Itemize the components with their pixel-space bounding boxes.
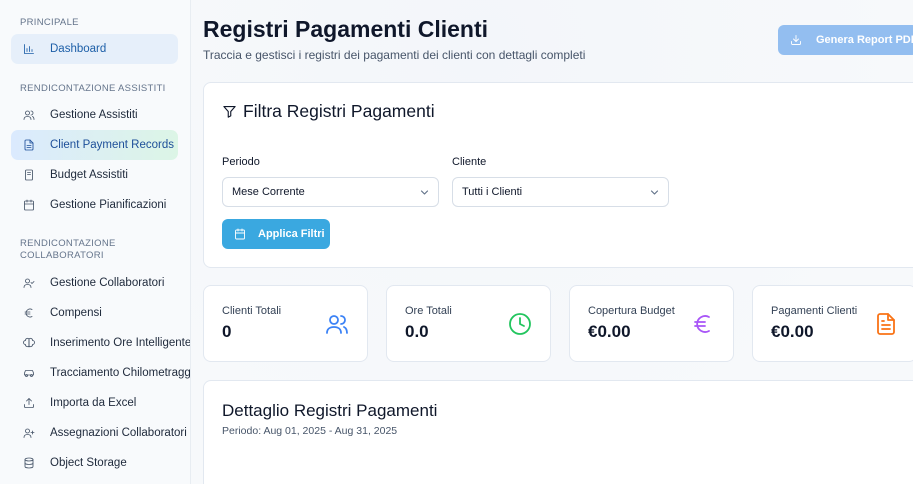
client-select-value: Tutti i Clienti [462,186,523,198]
chevron-down-icon [420,190,429,195]
upload-icon [22,396,36,410]
client-select[interactable]: Tutti i Clienti [452,177,669,207]
filter-card: Filtra Registri Pagamenti Periodo Mese C… [203,82,913,268]
apply-filters-label: Applica Filtri [258,228,325,240]
sidebar-item-label: Inserimento Ore Intelligente [50,337,191,349]
period-select-value: Mese Corrente [232,186,305,198]
sidebar-section-title: RENDICONTAZIONE COLLABORATORI [20,238,116,261]
sidebar-item-inserimento-ore[interactable]: Inserimento Ore Intelligente [11,328,190,358]
sidebar-item-object-storage[interactable]: Object Storage [11,448,178,478]
sidebar-item-compensi[interactable]: Compensi [11,298,178,328]
file-text-icon [874,312,898,336]
euro-icon [691,312,715,336]
sidebar-item-label: Tracciamento Chilometraggio [50,367,191,379]
user-plus-icon [22,426,36,440]
database-icon [22,456,36,470]
bar-chart-icon [22,42,36,56]
generate-pdf-button[interactable]: Genera Report PDF [778,25,913,55]
detail-period: Periodo: Aug 01, 2025 - Aug 31, 2025 [222,425,398,437]
car-icon [22,366,36,380]
filter-title-label: Filtra Registri Pagamenti [243,101,435,121]
stat-label: Copertura Budget [588,305,675,317]
sidebar-item-label: Gestione Pianificazioni [50,199,167,211]
notebook-icon [22,168,36,182]
period-select[interactable]: Mese Corrente [222,177,439,207]
filter-title: Filtra Registri Pagamenti [222,101,435,122]
sidebar-item-budget-assistiti[interactable]: Budget Assistiti [11,160,178,190]
stat-card-pagamenti: Pagamenti Clienti €0.00 [752,285,913,362]
client-label: Cliente [452,156,487,168]
generate-pdf-label: Genera Report PDF [816,34,913,46]
users-icon [325,312,349,336]
sidebar-item-importa-excel[interactable]: Importa da Excel [11,388,178,418]
sidebar-item-label: Object Storage [50,457,127,469]
chevron-down-icon [650,190,659,195]
filter-icon [223,105,236,118]
sidebar-item-client-payment-records[interactable]: Client Payment Records [11,130,178,160]
sidebar-section-title: PRINCIPALE [20,17,79,28]
sidebar-item-label: Budget Assistiti [50,169,128,181]
stat-value: 0 [222,322,232,341]
sidebar-item-label: Gestione Collaboratori [50,277,165,289]
stat-card-clienti: Clienti Totali 0 [203,285,368,362]
sidebar-item-label: Dashboard [50,43,107,55]
stat-value: 0.0 [405,322,429,341]
period-label: Periodo [222,156,260,168]
file-text-icon [22,138,36,152]
main-content: Registri Pagamenti Clienti Traccia e ges… [191,0,913,484]
stat-label: Pagamenti Clienti [771,305,858,317]
payment-records-detail-card: Dettaglio Registri Pagamenti Periodo: Au… [203,380,913,484]
sidebar-item-label: Importa da Excel [50,397,137,409]
sidebar-item-assegnazioni-collaboratori[interactable]: Assegnazioni Collaboratori [11,418,187,448]
stat-value: €0.00 [588,322,631,341]
sidebar-item-gestione-pianificazioni[interactable]: Gestione Pianificazioni [11,190,178,220]
page-subtitle: Traccia e gestisci i registri dei pagame… [203,48,586,62]
stat-card-ore: Ore Totali 0.0 [386,285,551,362]
stat-label: Ore Totali [405,305,452,317]
sidebar-item-label: Assegnazioni Collaboratori [50,427,187,439]
download-icon [791,35,801,45]
sidebar: PRINCIPALE Dashboard RENDICONTAZIONE ASS… [0,0,191,484]
stat-card-budget: Copertura Budget €0.00 [569,285,734,362]
sidebar-item-tracciamento-chilometraggio[interactable]: Tracciamento Chilometraggio [11,358,190,388]
apply-filters-button[interactable]: Applica Filtri [222,219,330,249]
sidebar-section-title: RENDICONTAZIONE ASSISTITI [20,83,166,94]
euro-icon [22,306,36,320]
detail-title: Dettaglio Registri Pagamenti [222,401,438,420]
clock-icon [508,312,532,336]
users-icon [22,108,36,122]
sidebar-item-label: Compensi [50,307,102,319]
sidebar-item-gestione-assistiti[interactable]: Gestione Assistiti [11,100,178,130]
sidebar-item-label: Gestione Assistiti [50,109,138,121]
sidebar-item-label: Client Payment Records [50,139,174,151]
sidebar-item-dashboard[interactable]: Dashboard [11,34,178,64]
sidebar-item-gestione-collaboratori[interactable]: Gestione Collaboratori [11,268,178,298]
page-title: Registri Pagamenti Clienti [203,16,489,42]
calendar-icon [235,228,245,240]
brain-icon [22,336,36,350]
stat-label: Clienti Totali [222,305,282,317]
calendar-icon [22,198,36,212]
stat-value: €0.00 [771,322,814,341]
user-check-icon [22,276,36,290]
